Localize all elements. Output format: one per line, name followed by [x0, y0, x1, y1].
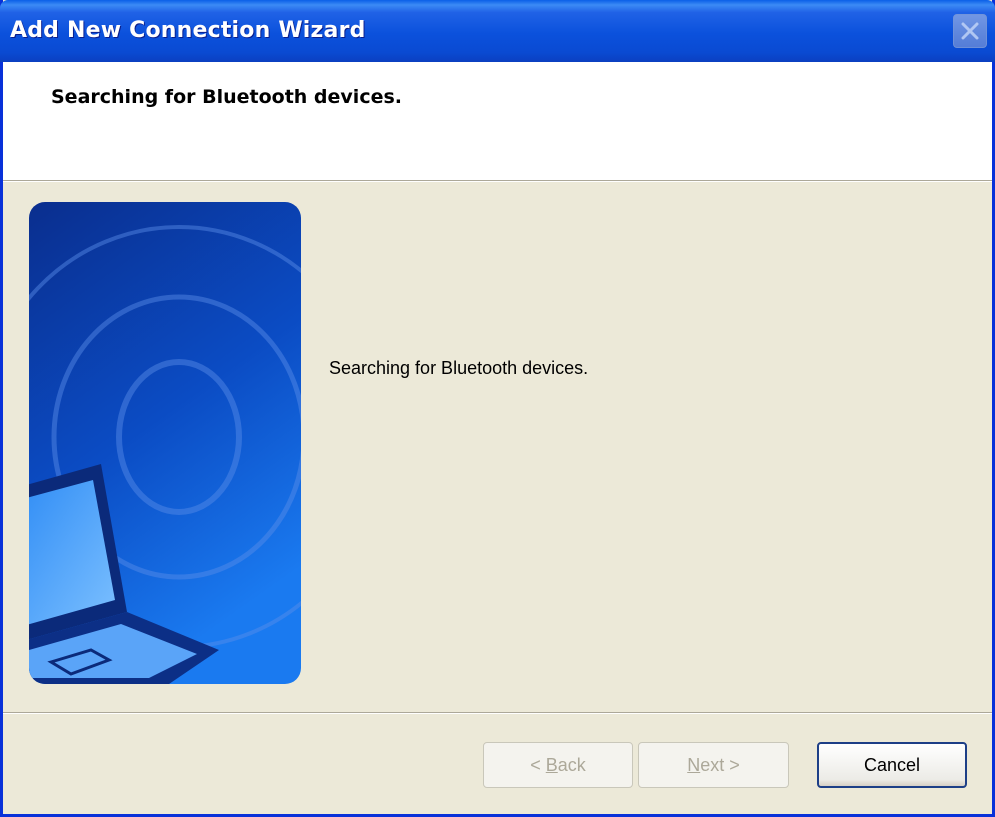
window-title: Add New Connection Wizard [10, 18, 366, 43]
header-separator [3, 180, 992, 182]
next-mnemonic: N [687, 755, 701, 775]
title-bar[interactable]: Add New Connection Wizard [0, 0, 995, 62]
laptop-wireless-illustration [29, 202, 301, 684]
header-title: Searching for Bluetooth devices. [51, 86, 402, 108]
close-icon [961, 22, 979, 40]
footer-separator [3, 712, 992, 714]
cancel-button[interactable]: Cancel [817, 742, 967, 788]
next-arrow: > [729, 755, 740, 775]
cancel-label: Cancel [863, 755, 921, 775]
back-arrow: < [530, 755, 541, 775]
close-button[interactable] [953, 14, 987, 48]
next-button[interactable]: Next > [638, 742, 789, 788]
status-message: Searching for Bluetooth devices. [329, 358, 589, 378]
wizard-window: Add New Connection Wizard Searching for … [0, 0, 995, 817]
banner-image [29, 202, 301, 684]
next-label-rest: ext [700, 755, 725, 775]
wizard-header: Searching for Bluetooth devices. [3, 62, 992, 180]
back-label-rest: ack [557, 755, 586, 775]
back-button[interactable]: < Back [483, 742, 633, 788]
back-mnemonic: B [545, 755, 558, 775]
